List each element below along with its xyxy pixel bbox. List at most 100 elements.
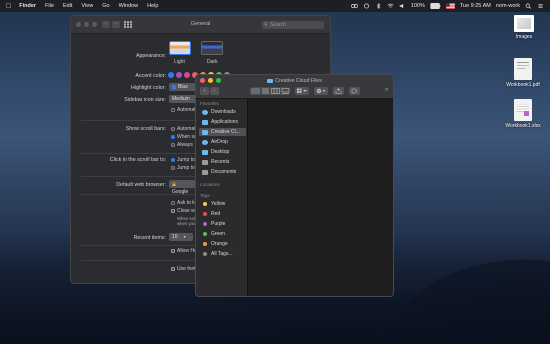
list-view-icon[interactable] [261, 88, 270, 94]
checkbox-checked[interactable] [171, 266, 175, 271]
desktop-item-images[interactable]: Images [502, 15, 546, 40]
toolbar-overflow-icon[interactable]: » [385, 87, 388, 93]
radio-label: Jump to [177, 165, 195, 171]
sidebar-tag-green[interactable]: Green [199, 230, 246, 238]
orange-tag-icon [203, 242, 207, 246]
checkbox-checked[interactable] [171, 208, 175, 213]
popup-arrows-icon: ▾ [183, 234, 186, 239]
click-scroll-bar-label: Click in the scroll bar to: [109, 157, 166, 163]
default-browser-popup[interactable]: Google [169, 180, 197, 195]
close-windows-help-2: when you [177, 221, 196, 226]
us-flag-icon[interactable] [446, 3, 455, 9]
user-name[interactable]: nom-work [496, 3, 520, 9]
sidebar-item-creative-cloud[interactable]: Creative Cl... [199, 128, 246, 136]
sidebar-item-label: Yellow [211, 201, 226, 207]
wifi-icon[interactable] [387, 3, 394, 9]
creative-cloud-icon[interactable] [350, 3, 358, 9]
folder-icon [267, 78, 274, 83]
menu-file[interactable]: File [45, 3, 54, 9]
finder-title-text: Creative Cloud Files [275, 78, 322, 84]
tags-header: Tags [200, 193, 210, 198]
ask-keep-changes-checkbox-row[interactable]: Ask to ke [171, 200, 198, 206]
sidebar-tag-purple[interactable]: Purple [199, 220, 246, 228]
icon-view-button[interactable] [251, 88, 260, 94]
sidebar-item-documents[interactable]: Documents [199, 168, 246, 176]
auto-hide-checkbox[interactable] [171, 107, 175, 112]
all-tags-icon [203, 252, 207, 256]
search-field[interactable]: ⚲ Search [262, 21, 324, 29]
menu-window[interactable]: Window [119, 3, 139, 9]
red-tag-icon [203, 212, 207, 216]
share-button[interactable] [333, 87, 344, 95]
back-button[interactable]: ‹ [200, 87, 209, 95]
checkbox-checked[interactable] [171, 248, 175, 253]
accent-pink-swatch[interactable] [184, 72, 190, 78]
apple-menu-icon[interactable]:  [6, 3, 11, 10]
checkbox[interactable] [171, 200, 175, 205]
desktop-item-workbook-pdf[interactable]: Workbook1.pdf [501, 58, 545, 88]
group-by-button[interactable] [295, 87, 309, 95]
finder-content-area[interactable] [249, 99, 393, 296]
sidebar-item-downloads[interactable]: Downloads [199, 108, 246, 116]
sidebar-icon-size-popup[interactable]: Medium [169, 95, 197, 103]
gallery-view-icon[interactable] [281, 88, 290, 94]
tags-button[interactable] [349, 87, 360, 95]
sidebar-item-label: Recents [211, 159, 230, 165]
sidebar-item-label: Creative Cl... [211, 129, 240, 135]
radio-label: When sc [177, 134, 197, 140]
menu-help[interactable]: Help [147, 3, 158, 9]
scroll-when-scrolling-radio[interactable]: When sc [171, 134, 196, 140]
jump-spot-clicked-radio[interactable]: Jump to [171, 165, 195, 171]
finder-sidebar: Favorites Downloads Applications Creativ… [196, 99, 248, 296]
desktop-item-workbook-xlsx[interactable]: Workbook1.xlsx [501, 99, 545, 129]
action-button[interactable] [314, 87, 328, 95]
tag-icon [351, 88, 358, 94]
sidebar-icon-size-label: Sidebar icon size: [124, 97, 166, 103]
sidebar-tag-red[interactable]: Red [199, 210, 246, 218]
accent-blue-swatch[interactable] [168, 72, 174, 78]
highlight-color-label: Highlight color: [130, 85, 166, 91]
recent-items-popup[interactable]: 10 ▾ [169, 233, 193, 241]
sync-icon[interactable] [363, 3, 370, 9]
yellow-tag-icon [203, 202, 207, 206]
battery-icon[interactable] [430, 3, 441, 9]
airdrop-icon [202, 139, 208, 145]
menu-finder[interactable]: Finder [19, 3, 36, 9]
sidebar-item-desktop[interactable]: Desktop [199, 148, 246, 156]
show-scroll-bars-label: Show scroll bars: [125, 126, 166, 132]
desktop-item-label: Images [515, 34, 533, 40]
sidebar-tag-yellow[interactable]: Yellow [199, 200, 246, 208]
sidebar-item-applications[interactable]: Applications [199, 118, 246, 126]
radio-selected-icon [171, 157, 175, 162]
sidebar-tag-all[interactable]: All Tags... [199, 250, 246, 258]
menu-view[interactable]: View [81, 3, 93, 9]
sidebar-tag-orange[interactable]: Orange [199, 240, 246, 248]
volume-icon[interactable] [399, 3, 406, 9]
sidebar-item-label: Purple [211, 221, 226, 227]
sidebar-item-airdrop[interactable]: AirDrop [199, 138, 246, 146]
purple-tag-icon [203, 222, 207, 226]
sidebar-icon-size-value: Medium [172, 96, 190, 102]
forward-button[interactable]: › [210, 87, 219, 95]
bluetooth-icon[interactable] [375, 3, 382, 9]
spotlight-icon[interactable] [525, 3, 532, 9]
sidebar-item-recents[interactable]: Recents [199, 158, 246, 166]
jump-next-page-radio[interactable]: Jump to [171, 157, 195, 163]
sidebar-item-label: Green [211, 231, 225, 237]
scroll-always-radio[interactable]: Always [171, 142, 193, 148]
column-view-icon[interactable] [271, 88, 280, 94]
appearance-light-thumb[interactable] [169, 41, 191, 55]
auto-hide-checkbox-row[interactable]: Automati [171, 107, 197, 113]
menu-edit[interactable]: Edit [63, 3, 72, 9]
appearance-label: Appearance: [135, 53, 166, 59]
clock[interactable]: Tue 9:25 AM [460, 3, 491, 9]
spreadsheet-document-icon [514, 99, 532, 121]
accent-purple-swatch[interactable] [176, 72, 182, 78]
sidebar-item-label: Documents [211, 169, 237, 175]
menu-go[interactable]: Go [102, 3, 109, 9]
allow-handoff-checkbox-row[interactable]: Allow Ha [171, 248, 197, 254]
font-smoothing-checkbox-row[interactable]: Use font [171, 266, 196, 272]
applications-icon [202, 119, 208, 125]
notification-center-icon[interactable] [537, 3, 544, 9]
appearance-dark-thumb[interactable] [201, 41, 223, 55]
